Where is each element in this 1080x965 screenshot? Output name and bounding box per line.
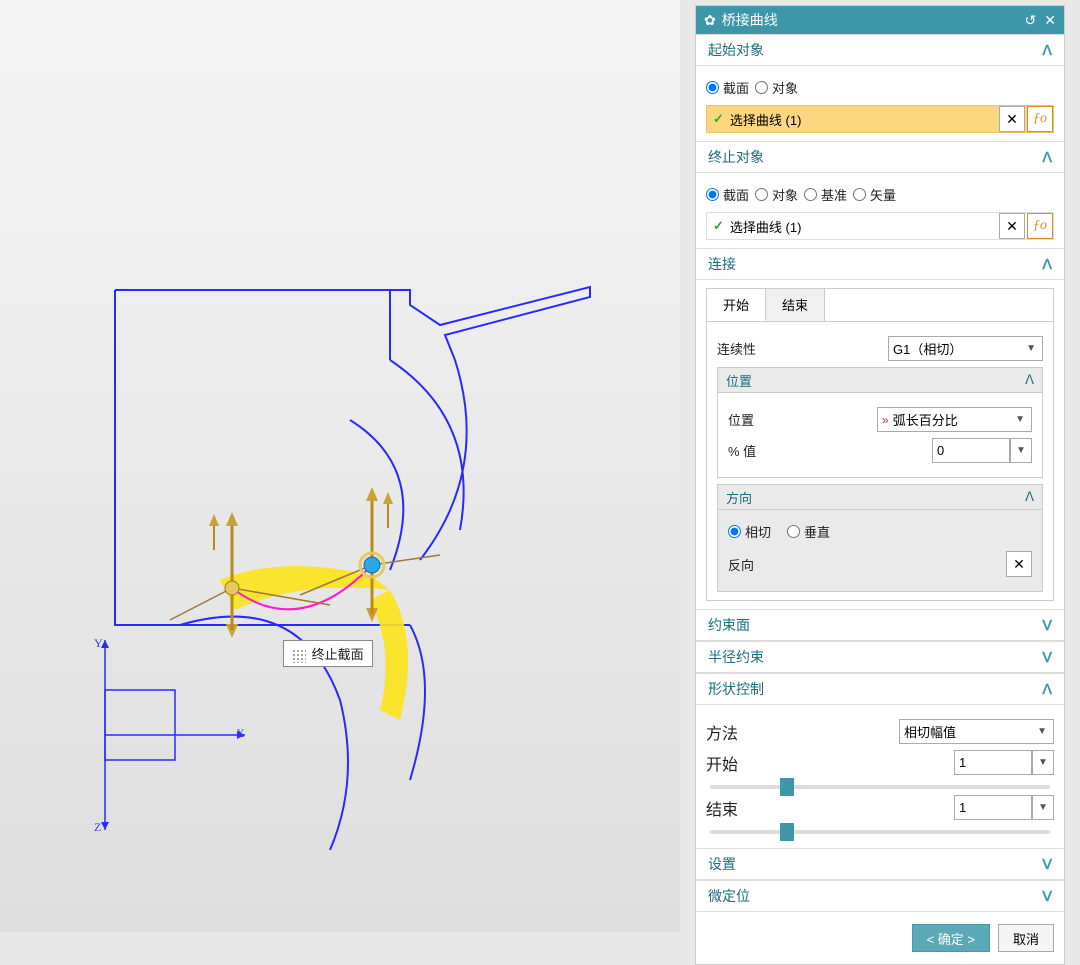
shape-end-dropdown[interactable]: ▼ — [1032, 795, 1054, 820]
shape-start-slider[interactable] — [710, 785, 1050, 789]
end-object-body: 截面 对象 基准 矢量 ✓ 选择曲线 (1) ✕ ƒo — [696, 173, 1064, 248]
percent-dropdown[interactable]: ▼ — [1010, 438, 1032, 463]
chevron-up-icon: ᐱ — [1042, 149, 1052, 166]
shape-control-body: 方法 相切幅值▼ 开始 ▼ 结束 ▼ — [696, 705, 1064, 848]
shape-end-slider[interactable] — [710, 830, 1050, 834]
chevron-down-icon: ᐯ — [1042, 649, 1052, 666]
shape-end-input[interactable] — [954, 795, 1032, 820]
method-select[interactable]: 相切幅值▼ — [899, 719, 1054, 744]
start-select-curve[interactable]: ✓ 选择曲线 (1) ✕ ƒo — [706, 105, 1054, 133]
section-start-object[interactable]: 起始对象 ᐱ — [696, 34, 1064, 66]
viewport-tooltip: 终止截面 — [283, 640, 373, 667]
panel-title: 桥接曲线 — [722, 10, 778, 30]
percent-icon: » — [882, 413, 889, 427]
end-radio-vector[interactable] — [853, 188, 866, 201]
sketch-canvas — [0, 0, 680, 932]
bridge-curve-panel: ✿ 桥接曲线 ↺ ✕ 起始对象 ᐱ 截面 对象 ✓ 选择曲线 (1) ✕ ƒo … — [695, 5, 1065, 965]
slider-thumb[interactable] — [780, 778, 794, 796]
close-icon[interactable]: ✕ — [1044, 12, 1056, 29]
point-on-curve-icon[interactable]: ƒo — [1027, 106, 1053, 132]
check-icon: ✓ — [713, 111, 724, 127]
cancel-button[interactable]: 取消 — [998, 924, 1054, 952]
method-label: 方法 — [706, 720, 899, 744]
reverse-label: 反向 — [728, 555, 1006, 574]
axis-x-label: X — [236, 726, 245, 741]
start-object-body: 截面 对象 ✓ 选择曲线 (1) ✕ ƒo — [696, 66, 1064, 141]
end-select-curve[interactable]: ✓ 选择曲线 (1) ✕ ƒo — [706, 212, 1054, 240]
slider-thumb[interactable] — [780, 823, 794, 841]
continuity-label: 连续性 — [717, 339, 888, 358]
reverse-direction-icon[interactable]: ✕ — [999, 106, 1025, 132]
position-subheader[interactable]: 位置 ᐱ — [717, 367, 1043, 393]
point-on-curve-icon[interactable]: ƒo — [1027, 213, 1053, 239]
section-shape-control[interactable]: 形状控制 ᐱ — [696, 673, 1064, 705]
gear-icon: ✿ — [704, 12, 716, 29]
direction-subheader[interactable]: 方向 ᐱ — [717, 484, 1043, 510]
grip-icon — [292, 649, 306, 663]
reset-icon[interactable]: ↺ — [1025, 12, 1037, 29]
dir-radio-perp[interactable] — [787, 525, 800, 538]
axis-y-label: Y — [94, 636, 103, 651]
panel-footer: < 确定 > 取消 — [696, 912, 1064, 964]
percent-input[interactable] — [932, 438, 1010, 463]
section-settings[interactable]: 设置 ᐯ — [696, 848, 1064, 880]
chevron-up-icon: ᐱ — [1042, 681, 1052, 698]
ok-button[interactable]: < 确定 > — [912, 924, 990, 952]
shape-start-label: 开始 — [706, 751, 899, 775]
chevron-down-icon: ᐯ — [1042, 617, 1052, 634]
reverse-direction-icon[interactable]: ✕ — [999, 213, 1025, 239]
chevron-down-icon: ᐯ — [1042, 856, 1052, 873]
section-radius-constraint[interactable]: 半径约束 ᐯ — [696, 641, 1064, 673]
position-label: 位置 — [728, 410, 877, 429]
chevron-down-icon: ᐯ — [1042, 888, 1052, 905]
start-radio-section[interactable] — [706, 81, 719, 94]
tab-end[interactable]: 结束 — [766, 289, 825, 321]
percent-label: % 值 — [728, 441, 877, 460]
dir-radio-tangent[interactable] — [728, 525, 741, 538]
start-radio-object[interactable] — [755, 81, 768, 94]
shape-start-input[interactable] — [954, 750, 1032, 775]
section-connect[interactable]: 连接 ᐱ — [696, 248, 1064, 280]
connect-body: 开始 结束 连续性 G1（相切）▼ 位置 ᐱ 位置 »弧长百分比▼ % 值 — [696, 280, 1064, 609]
reverse-button[interactable]: ✕ — [1006, 551, 1032, 577]
cad-viewport[interactable]: X Y Z 终止截面 — [0, 0, 680, 932]
end-radio-section[interactable] — [706, 188, 719, 201]
section-micro[interactable]: 微定位 ᐯ — [696, 880, 1064, 912]
section-constraint-face[interactable]: 约束面 ᐯ — [696, 609, 1064, 641]
shape-start-dropdown[interactable]: ▼ — [1032, 750, 1054, 775]
check-icon: ✓ — [713, 218, 724, 234]
panel-header[interactable]: ✿ 桥接曲线 ↺ ✕ — [696, 6, 1064, 34]
chevron-up-icon: ᐱ — [1025, 372, 1034, 388]
continuity-select[interactable]: G1（相切）▼ — [888, 336, 1043, 361]
section-end-object[interactable]: 终止对象 ᐱ — [696, 141, 1064, 173]
chevron-up-icon: ᐱ — [1042, 256, 1052, 273]
chevron-up-icon: ᐱ — [1042, 42, 1052, 59]
chevron-up-icon: ᐱ — [1025, 489, 1034, 505]
axis-z-label: Z — [94, 820, 101, 835]
connect-tabs: 开始 结束 — [706, 288, 1054, 322]
end-radio-datum[interactable] — [804, 188, 817, 201]
position-select[interactable]: »弧长百分比▼ — [877, 407, 1032, 432]
tab-start[interactable]: 开始 — [707, 289, 766, 321]
shape-end-label: 结束 — [706, 796, 899, 820]
end-radio-object[interactable] — [755, 188, 768, 201]
